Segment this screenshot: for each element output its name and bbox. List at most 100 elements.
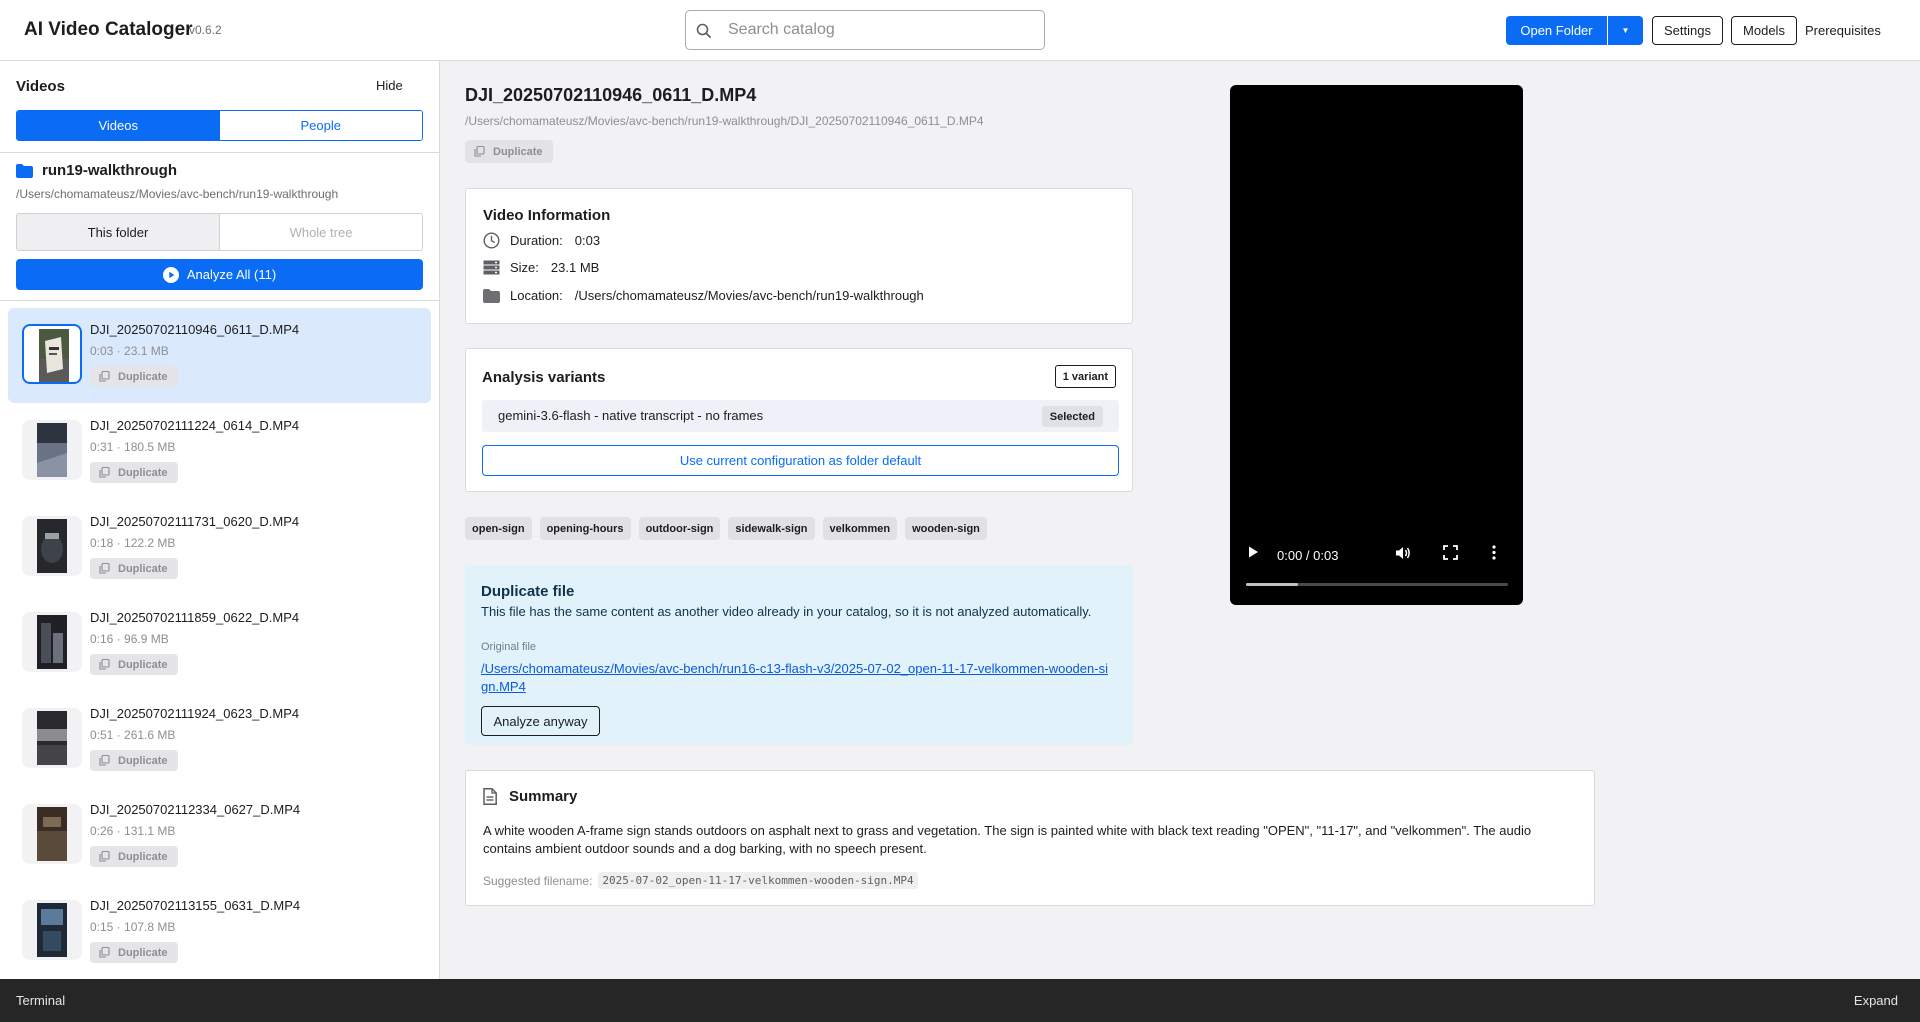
tag[interactable]: opening-hours (539, 517, 631, 540)
thumbnail-image (37, 807, 67, 861)
terminal-expand-button[interactable]: Expand (1854, 993, 1898, 1008)
play-icon[interactable] (1246, 545, 1260, 559)
video-list-item[interactable]: DJI_20250702111731_0620_D.MP4 0:18 · 122… (8, 500, 431, 595)
scope-this-folder[interactable]: This folder (17, 214, 220, 250)
models-button[interactable]: Models (1731, 16, 1797, 45)
video-thumbnail (22, 804, 82, 864)
main-panel: DJI_20250702110946_0611_D.MP4 /Users/cho… (441, 61, 1920, 979)
video-meta: 0:26 · 131.1 MB (90, 824, 176, 838)
suggested-filename-value: 2025-07-02_open-11-17-velkommen-wooden-s… (598, 872, 918, 889)
analyze-all-label: Analyze All (11) (186, 267, 277, 282)
tag[interactable]: outdoor-sign (638, 517, 721, 540)
prerequisites-button[interactable]: Prerequisites (1805, 16, 1881, 45)
info-duration: Duration: 0:03 (483, 232, 600, 249)
scope-whole-tree[interactable]: Whole tree (220, 214, 422, 250)
original-file-link[interactable]: /Users/chomamateusz/Movies/avc-bench/run… (481, 660, 1113, 696)
duplicate-badge: Duplicate (90, 558, 178, 579)
copy-icon (99, 851, 110, 862)
folder-path: /Users/chomamateusz/Movies/avc-bench/run… (16, 187, 339, 201)
player-time: 0:00 / 0:03 (1277, 548, 1339, 563)
variant-item[interactable]: gemini-3.6-flash - native transcript - n… (482, 400, 1119, 432)
video-meta: 0:03 · 23.1 MB (90, 344, 169, 358)
terminal-label[interactable]: Terminal (16, 993, 65, 1008)
duplicate-badge: Duplicate (90, 654, 178, 675)
info-location: Location: /Users/chomamateusz/Movies/avc… (483, 288, 924, 303)
search-input[interactable] (728, 19, 1028, 41)
fullscreen-icon[interactable] (1443, 545, 1458, 560)
volume-icon[interactable] (1395, 545, 1411, 561)
video-name: DJI_20250702111924_0623_D.MP4 (90, 706, 300, 721)
copy-icon (99, 563, 110, 574)
thumbnail-image (37, 615, 67, 669)
video-thumbnail (22, 708, 82, 768)
search-icon (696, 23, 711, 38)
video-name: DJI_20250702111859_0622_D.MP4 (90, 610, 300, 625)
terminal-bar: Terminal Expand (0, 979, 1920, 1022)
copy-icon (474, 146, 485, 157)
tab-videos[interactable]: Videos (17, 111, 220, 140)
video-list-item[interactable]: DJI_20250702113155_0631_D.MP4 0:15 · 107… (8, 884, 431, 979)
hide-sidebar-button[interactable]: Hide (376, 78, 403, 93)
copy-icon (99, 755, 110, 766)
video-info-title: Video Information (483, 207, 611, 224)
use-as-folder-default-button[interactable]: Use current configuration as folder defa… (482, 445, 1119, 476)
analysis-variants-title: Analysis variants (482, 369, 606, 386)
video-list-item[interactable]: DJI_20250702110946_0611_D.MP4 0:03 · 23.… (8, 308, 431, 403)
suggested-filename: Suggested filename: 2025-07-02_open-11-1… (483, 872, 918, 889)
video-name: DJI_20250702112334_0627_D.MP4 (90, 802, 301, 817)
play-circle-icon (162, 266, 179, 283)
duplicate-badge: Duplicate (90, 750, 178, 771)
video-list-item[interactable]: DJI_20250702111224_0614_D.MP4 0:31 · 180… (8, 404, 431, 499)
copy-icon (99, 467, 110, 478)
summary-title: Summary (509, 788, 578, 805)
original-file-label: Original file (481, 641, 537, 653)
player-seek-bar[interactable] (1246, 583, 1508, 586)
document-icon (483, 788, 497, 805)
video-name: DJI_20250702110946_0611_D.MP4 (90, 322, 300, 337)
app-header: AI Video Cataloger v0.6.2 Open Folder ▼ … (0, 0, 1920, 61)
video-player[interactable]: 0:00 / 0:03 (1230, 85, 1523, 605)
video-list-item[interactable]: DJI_20250702111859_0622_D.MP4 0:16 · 96.… (8, 596, 431, 691)
sidebar-title: Videos (16, 78, 65, 95)
duplicate-badge: Duplicate (90, 846, 178, 867)
storage-icon (483, 260, 500, 275)
video-thumbnail (22, 420, 82, 480)
settings-button[interactable]: Settings (1652, 16, 1723, 45)
summary-card: Summary A white wooden A-frame sign stan… (465, 770, 1595, 906)
divider (0, 152, 439, 153)
sidebar-view-toggle: Videos People (16, 110, 423, 141)
tag[interactable]: velkommen (822, 517, 898, 540)
tag[interactable]: open-sign (465, 517, 532, 540)
duplicate-badge: Duplicate (90, 366, 178, 387)
folder-icon (483, 288, 500, 303)
tag[interactable]: wooden-sign (905, 517, 987, 540)
video-thumbnail (22, 324, 82, 384)
duplicate-file-card: Duplicate file This file has the same co… (465, 565, 1133, 745)
app-title: AI Video Cataloger (24, 19, 193, 40)
duplicate-file-text: This file has the same content as anothe… (481, 604, 1092, 619)
copy-icon (99, 659, 110, 670)
video-path: /Users/chomamateusz/Movies/avc-bench/run… (465, 114, 984, 128)
video-meta: 0:51 · 261.6 MB (90, 728, 176, 742)
thumbnail-image (39, 329, 69, 382)
more-options-icon[interactable] (1491, 545, 1497, 560)
video-name: DJI_20250702111224_0614_D.MP4 (90, 418, 300, 433)
open-folder-dropdown-button[interactable]: ▼ (1608, 16, 1643, 45)
sidebar: Videos Hide Videos People run19-walkthro… (0, 61, 440, 979)
info-size: Size: 23.1 MB (483, 260, 599, 275)
tab-people[interactable]: People (219, 111, 422, 140)
video-name: DJI_20250702113155_0631_D.MP4 (90, 898, 301, 913)
folder-header: run19-walkthrough (16, 162, 177, 179)
analyze-anyway-button[interactable]: Analyze anyway (481, 706, 600, 736)
duplicate-badge: Duplicate (465, 140, 553, 163)
analyze-all-button[interactable]: Analyze All (11) (16, 259, 423, 290)
video-list-item[interactable]: DJI_20250702111924_0623_D.MP4 0:51 · 261… (8, 692, 431, 787)
video-list-item[interactable]: DJI_20250702112334_0627_D.MP4 0:26 · 131… (8, 788, 431, 883)
tag[interactable]: sidewalk-sign (728, 517, 815, 540)
duplicate-badge: Duplicate (90, 942, 178, 963)
video-meta: 0:31 · 180.5 MB (90, 440, 176, 454)
video-meta: 0:15 · 107.8 MB (90, 920, 176, 934)
video-title: DJI_20250702110946_0611_D.MP4 (465, 85, 757, 105)
search-box[interactable] (685, 10, 1045, 50)
open-folder-button[interactable]: Open Folder (1506, 16, 1607, 45)
